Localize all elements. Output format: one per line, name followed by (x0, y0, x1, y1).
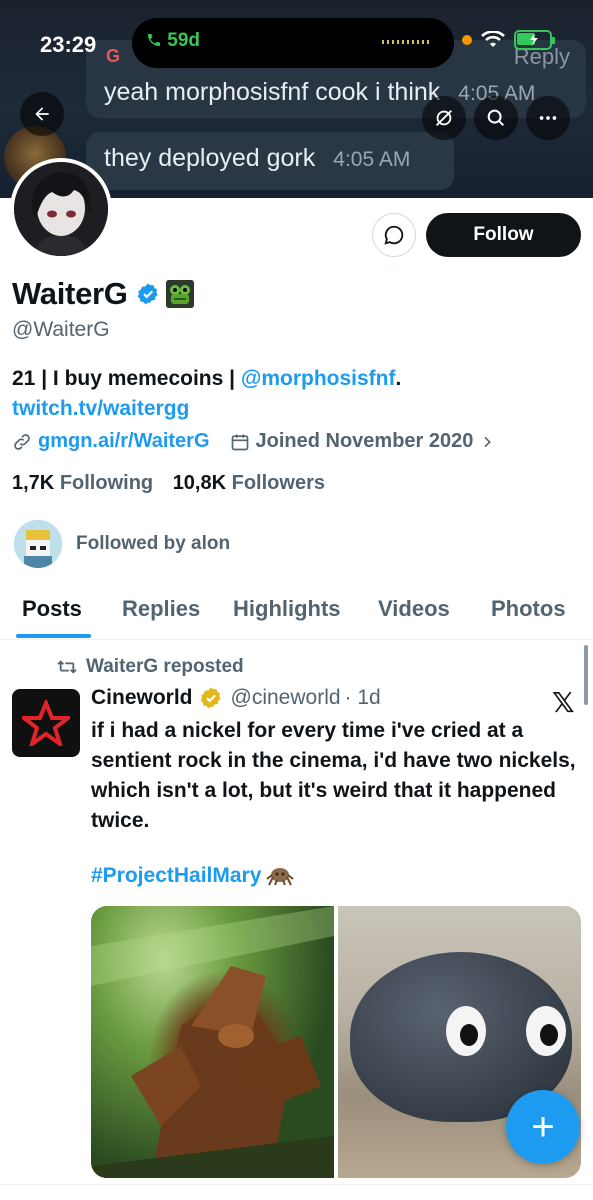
wifi-icon (481, 31, 505, 47)
followers-link[interactable]: 10,8K Followers (173, 472, 325, 494)
following-count: 1,7K (12, 472, 55, 494)
joined-date[interactable]: Joined November 2020 (230, 430, 496, 453)
banner-message-2-time: 4:05 AM (333, 148, 411, 171)
followed-by-avatar (14, 520, 62, 568)
post-text: if i had a nickel for every time i've cr… (91, 719, 576, 832)
repost-label: WaiterG reposted (86, 656, 244, 677)
banner-message-2: they deployed gork (104, 144, 316, 172)
tab-replies[interactable]: Replies (122, 596, 200, 622)
tab-posts[interactable]: Posts (22, 596, 82, 622)
followed-by-row[interactable]: Followed by alon (14, 520, 230, 568)
mic-indicator-icon (462, 35, 472, 45)
post-time: · 1d (344, 686, 381, 709)
message-icon (384, 225, 404, 245)
post-hashtag[interactable]: #ProjectHailMary (91, 864, 261, 888)
search-button[interactable] (474, 96, 518, 140)
tab-highlights[interactable]: Highlights (233, 596, 341, 622)
tab-photos[interactable]: Photos (491, 596, 566, 622)
followers-count: 10,8K (172, 472, 227, 494)
followers-label: Followers (231, 472, 325, 494)
website-link[interactable]: gmgn.ai/r/WaiterG (38, 430, 210, 453)
profile-avatar[interactable] (10, 158, 112, 260)
joined-text: Joined November 2020 (255, 430, 474, 452)
call-waveform (382, 40, 432, 44)
verified-badge-icon (137, 283, 158, 305)
rocky-illustration (91, 906, 334, 1178)
following-link[interactable]: 1,7K Following (12, 472, 153, 494)
compose-button[interactable]: + (506, 1090, 580, 1164)
bio-period: . (395, 367, 402, 390)
dynamic-island[interactable]: 59d (132, 18, 454, 68)
banner-message-1: yeah morphosisfnf cook i think (104, 78, 441, 106)
call-duration: 59d (167, 30, 201, 51)
cineworld-star-icon (22, 700, 70, 746)
message-button[interactable] (372, 213, 416, 257)
profile-handle: @WaiterG (12, 318, 110, 341)
status-time: 23:29 (40, 32, 97, 57)
link-icon (14, 433, 30, 450)
scrollbar[interactable] (584, 645, 588, 705)
googly-eye-left (446, 1006, 486, 1056)
banner-chat-bubble: they deployed gork 4:05 AM (86, 132, 454, 190)
profile-bio: 21 | I buy memecoins | @morphosisfnf. tw… (12, 364, 401, 424)
post-author-handle[interactable]: @cineworld (231, 686, 341, 710)
profile-tabs: Posts Replies Highlights Videos Photos (0, 590, 593, 640)
bio-twitch-link[interactable]: twitch.tv/waitergg (12, 397, 189, 420)
repost-indicator: WaiterG reposted (56, 656, 244, 678)
rock-creature-emoji-icon (266, 868, 295, 886)
chevron-right-icon (484, 436, 492, 447)
post-hashtag-row: #ProjectHailMary (91, 864, 295, 888)
googly-eye-right (526, 1006, 566, 1056)
post-image-rocky[interactable] (91, 906, 334, 1178)
tab-videos[interactable]: Videos (378, 596, 450, 622)
back-button[interactable] (20, 92, 64, 136)
follow-counts: 1,7K Following 10,8K Followers (12, 472, 325, 495)
bio-mention-link[interactable]: @morphosisfnf (241, 367, 396, 390)
system-icons (462, 30, 555, 50)
active-tab-indicator (16, 634, 91, 638)
banner-gtag: G (106, 46, 121, 66)
post-author-name[interactable]: Cineworld (91, 686, 193, 710)
verified-gold-badge-icon (200, 687, 221, 709)
arrow-left-icon (35, 107, 49, 121)
avatar-illustration (14, 162, 108, 256)
calendar-icon (231, 434, 248, 450)
grok-button[interactable] (422, 96, 466, 140)
frog-emoji-icon (165, 280, 194, 308)
more-icon (539, 116, 557, 120)
profile-meta: gmgn.ai/r/WaiterG Joined November 2020 (12, 430, 495, 453)
following-label: Following (59, 472, 154, 494)
profile-name-row: WaiterG (12, 276, 194, 312)
phone-icon (148, 34, 160, 46)
follow-button[interactable]: Follow (426, 213, 581, 257)
call-indicator: 59d (146, 30, 200, 52)
search-icon (487, 109, 505, 127)
display-name: WaiterG (12, 276, 128, 311)
bio-text: 21 | I buy memecoins | (12, 367, 241, 390)
repost-icon (57, 660, 77, 674)
bottom-nav-bar (0, 1184, 593, 1200)
more-button[interactable] (526, 96, 570, 140)
x-logo-icon: 𝕏 (552, 687, 575, 718)
battery-icon (514, 30, 555, 50)
post-author-avatar[interactable] (12, 689, 80, 757)
followed-by-text: Followed by alon (76, 533, 231, 554)
grok-icon (436, 110, 452, 126)
post-header: Cineworld @cineworld · 1d (91, 686, 381, 710)
